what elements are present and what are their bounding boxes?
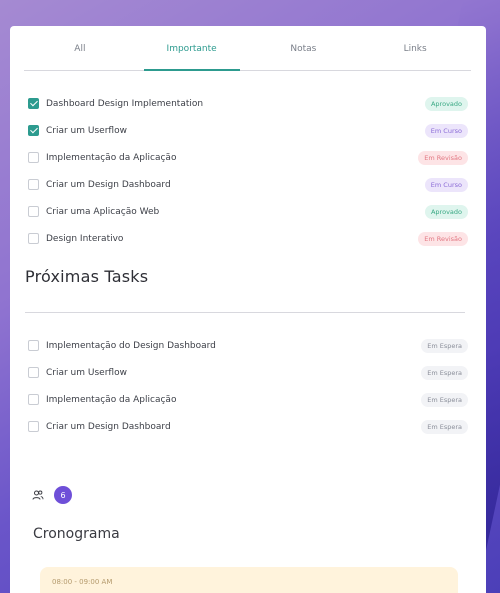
task-checkbox[interactable] bbox=[28, 233, 39, 244]
task-checkbox[interactable] bbox=[28, 125, 39, 136]
task-label: Implementação da Aplicação bbox=[46, 394, 177, 405]
list-item: Criar uma Aplicação Web Aprovado bbox=[28, 198, 468, 225]
task-checkbox[interactable] bbox=[28, 421, 39, 432]
tab-bar: All Importante Notas Links bbox=[24, 26, 471, 71]
task-checkbox[interactable] bbox=[28, 152, 39, 163]
list-item: Criar um Design Dashboard Em Curso bbox=[28, 171, 468, 198]
status-badge: Em Revisão bbox=[418, 231, 468, 246]
status-badge: Aprovado bbox=[424, 96, 468, 111]
task-checkbox[interactable] bbox=[28, 98, 39, 109]
task-label: Implementação do Design Dashboard bbox=[46, 340, 216, 351]
list-item: Dashboard Design Implementation Aprovado bbox=[28, 90, 468, 117]
status-badge: Aprovado bbox=[424, 204, 468, 219]
task-checkbox[interactable] bbox=[28, 367, 39, 378]
task-checkbox[interactable] bbox=[28, 340, 39, 351]
task-label: Design Interativo bbox=[46, 233, 124, 244]
task-label: Criar um Design Dashboard bbox=[46, 421, 171, 432]
task-checkbox[interactable] bbox=[28, 394, 39, 405]
status-badge: Em Curso bbox=[424, 123, 468, 138]
task-label: Criar uma Aplicação Web bbox=[46, 206, 160, 217]
participants-count-badge[interactable]: 6 bbox=[54, 486, 72, 504]
list-item: Implementação da Aplicação Em Espera bbox=[28, 386, 468, 413]
task-label: Implementação da Aplicação bbox=[46, 152, 177, 163]
tasks-card: All Importante Notas Links Dashboard Des… bbox=[10, 26, 486, 593]
next-tasks-heading: Próximas Tasks bbox=[25, 267, 149, 286]
status-badge: Em Curso bbox=[424, 177, 468, 192]
status-badge: Em Espera bbox=[421, 365, 468, 380]
status-badge: Em Espera bbox=[421, 392, 468, 407]
schedule-heading: Cronograma bbox=[33, 526, 120, 542]
schedule-event-card[interactable]: 08:00 - 09:00 AM bbox=[40, 567, 458, 593]
task-label: Criar um Design Dashboard bbox=[46, 179, 171, 190]
users-icon bbox=[32, 490, 44, 500]
list-item: Criar um Userflow Em Espera bbox=[28, 359, 468, 386]
tab-links[interactable]: Links bbox=[359, 26, 471, 70]
divider bbox=[25, 312, 465, 313]
list-item: Implementação do Design Dashboard Em Esp… bbox=[28, 332, 468, 359]
tab-all[interactable]: All bbox=[24, 26, 136, 70]
task-label: Criar um Userflow bbox=[46, 367, 127, 378]
tab-notas[interactable]: Notas bbox=[248, 26, 360, 70]
status-badge: Em Espera bbox=[421, 338, 468, 353]
task-checkbox[interactable] bbox=[28, 206, 39, 217]
status-badge: Em Revisão bbox=[418, 150, 468, 165]
list-item: Criar um Userflow Em Curso bbox=[28, 117, 468, 144]
task-label: Criar um Userflow bbox=[46, 125, 127, 136]
task-label: Dashboard Design Implementation bbox=[46, 98, 204, 109]
list-item: Design Interativo Em Revisão bbox=[28, 225, 468, 252]
next-task-list: Implementação do Design Dashboard Em Esp… bbox=[28, 332, 468, 440]
list-item: Implementação da Aplicação Em Revisão bbox=[28, 144, 468, 171]
participants-row: 6 bbox=[32, 486, 72, 504]
task-checkbox[interactable] bbox=[28, 179, 39, 190]
status-badge: Em Espera bbox=[421, 419, 468, 434]
event-time: 08:00 - 09:00 AM bbox=[52, 578, 113, 586]
important-task-list: Dashboard Design Implementation Aprovado… bbox=[28, 90, 468, 252]
tab-importante[interactable]: Importante bbox=[136, 26, 248, 71]
list-item: Criar um Design Dashboard Em Espera bbox=[28, 413, 468, 440]
